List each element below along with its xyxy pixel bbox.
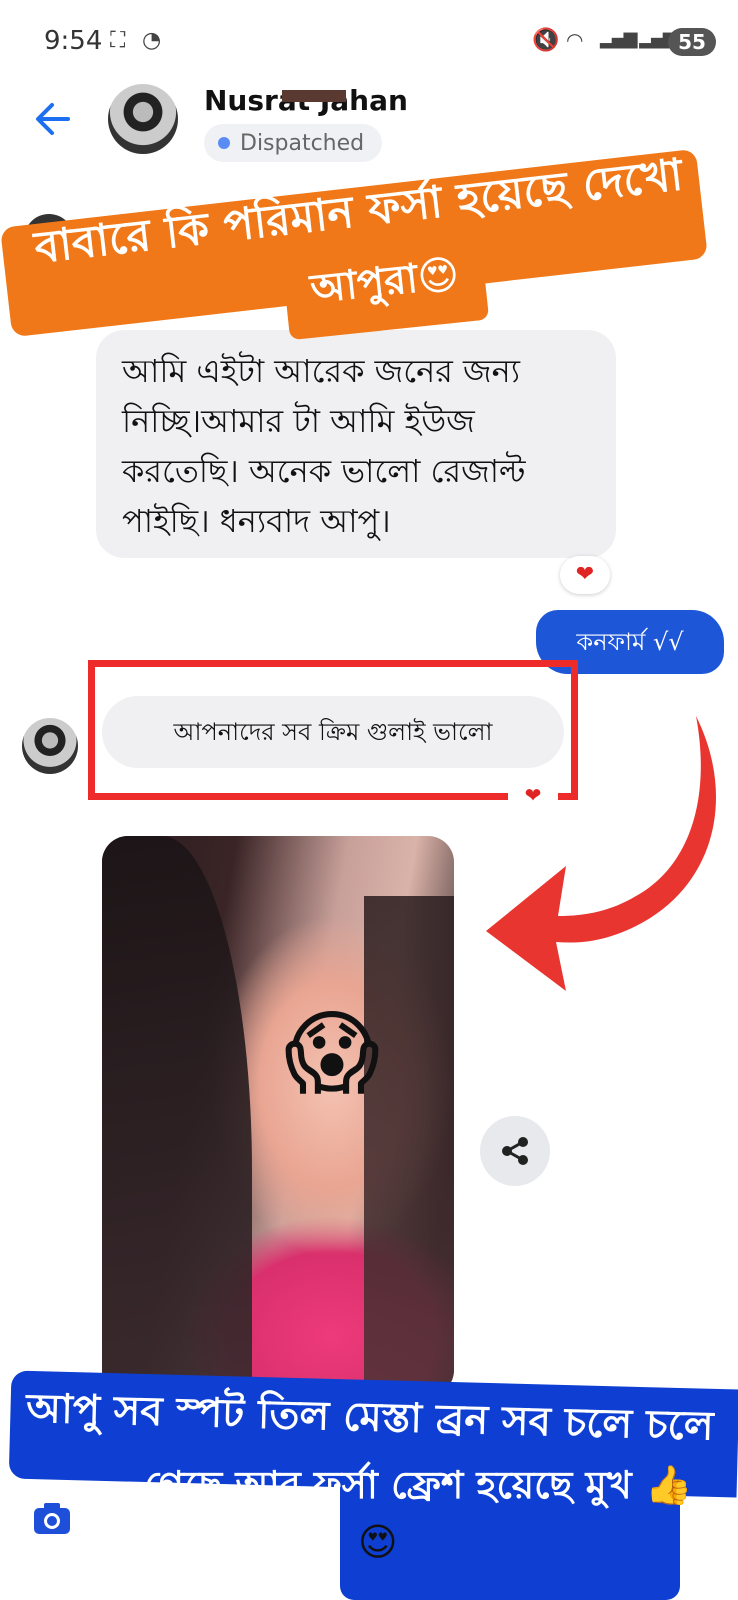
signal-icon: ▂▄▆ ▂▄▆: [600, 28, 677, 49]
screenshot-icon: ⛶: [110, 28, 126, 53]
share-icon: [502, 1137, 528, 1165]
photo-hair-left: [102, 836, 252, 1396]
contact-status-pill: Dispatched: [204, 124, 383, 162]
bottom-caption-line2: গেছে আর ফর্সা ফ্রেশ হয়েছে মুখ 👍: [143, 1463, 693, 1507]
heart-eyes-emoji: 😍: [358, 1520, 398, 1564]
photo-hair-right: [364, 896, 454, 1396]
contact-avatar-small[interactable]: [22, 718, 78, 774]
battery-indicator: 55: [668, 28, 716, 56]
shared-photo[interactable]: [102, 836, 454, 1396]
contact-status: Dispatched: [240, 130, 365, 156]
status-time: 9:54: [44, 26, 103, 56]
camera-icon[interactable]: [30, 1496, 74, 1540]
back-arrow-icon[interactable]: [30, 96, 76, 142]
heart-reaction-icon[interactable]: ❤: [560, 556, 610, 594]
share-button[interactable]: [480, 1116, 550, 1186]
incoming-message-bubble[interactable]: আমি এইটা আরেক জনের জন্য নিচ্ছি।আমার টা আ…: [96, 330, 616, 558]
red-arrow-annotation: [486, 716, 716, 991]
whatsapp-icon: ◔: [142, 28, 162, 53]
status-dot-icon: [218, 137, 230, 149]
scream-emoji-sticker: 😱: [284, 1000, 380, 1107]
contact-avatar[interactable]: [108, 84, 178, 154]
mute-icon: 🔇: [532, 28, 560, 53]
wifi-icon: ◠: [566, 28, 584, 52]
name-redaction-mark: [282, 90, 346, 102]
